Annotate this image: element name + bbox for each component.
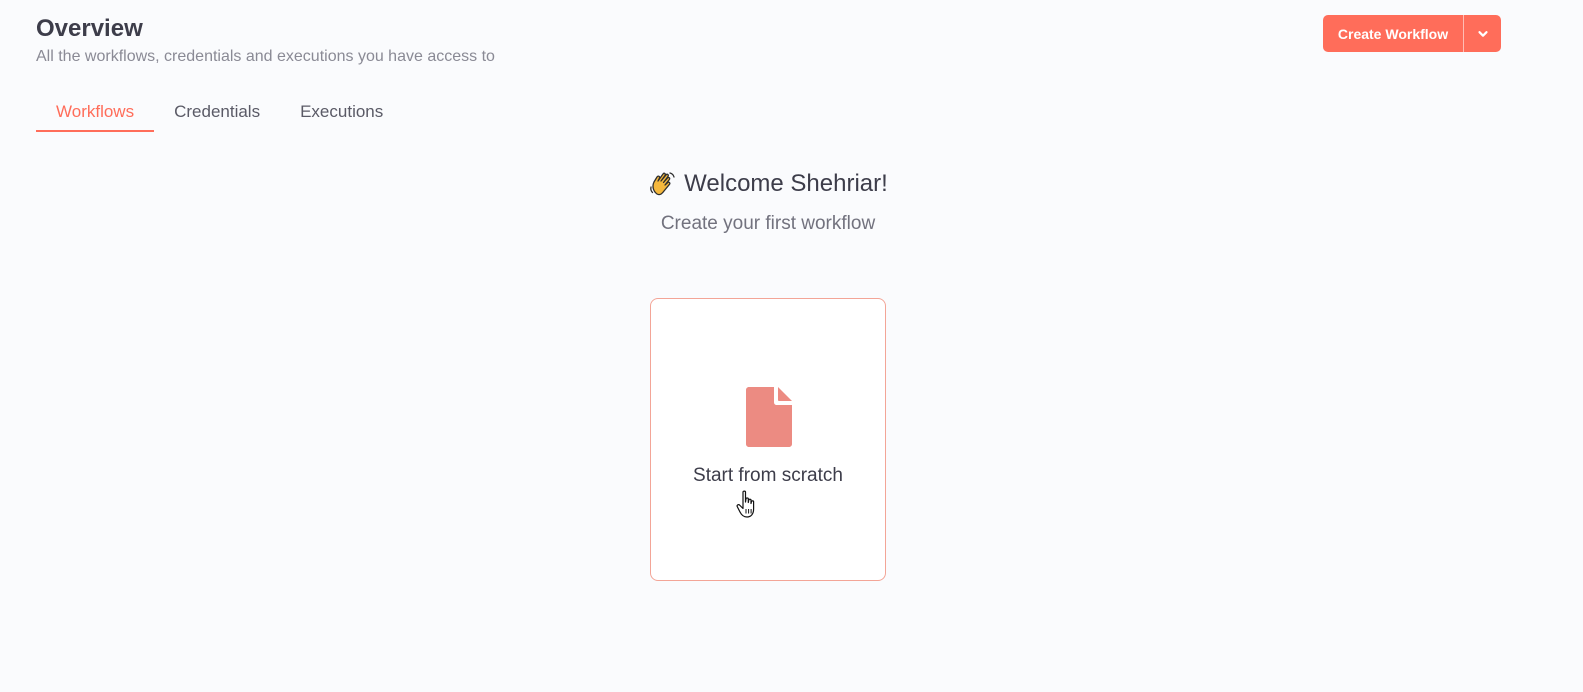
file-icon [746, 387, 792, 447]
tab-executions[interactable]: Executions [280, 96, 403, 132]
waving-hand-icon [650, 172, 675, 196]
tab-bar: Workflows Credentials Executions [36, 96, 403, 132]
page-title: Overview [36, 15, 143, 42]
welcome-section: Welcome Shehriar! Create your first work… [0, 168, 1536, 235]
create-workflow-split-button: Create Workflow [1323, 15, 1501, 52]
welcome-title: Welcome Shehriar! [684, 170, 888, 197]
hand-pointer-cursor-icon [736, 490, 755, 518]
tab-credentials[interactable]: Credentials [154, 96, 280, 132]
create-workflow-dropdown-button[interactable] [1463, 15, 1501, 52]
welcome-heading: Welcome Shehriar! [648, 168, 888, 200]
page-subtitle: All the workflows, credentials and execu… [36, 48, 495, 65]
welcome-subtitle: Create your first workflow [660, 213, 876, 234]
page-header: Overview All the workflows, credentials … [36, 14, 495, 68]
tab-workflows[interactable]: Workflows [36, 96, 155, 132]
page: Overview All the workflows, credentials … [0, 0, 1583, 692]
start-from-scratch-card[interactable]: Start from scratch [650, 298, 886, 581]
start-from-scratch-label: Start from scratch [693, 465, 843, 486]
chevron-down-icon [1477, 30, 1488, 37]
create-workflow-button[interactable]: Create Workflow [1323, 15, 1463, 52]
